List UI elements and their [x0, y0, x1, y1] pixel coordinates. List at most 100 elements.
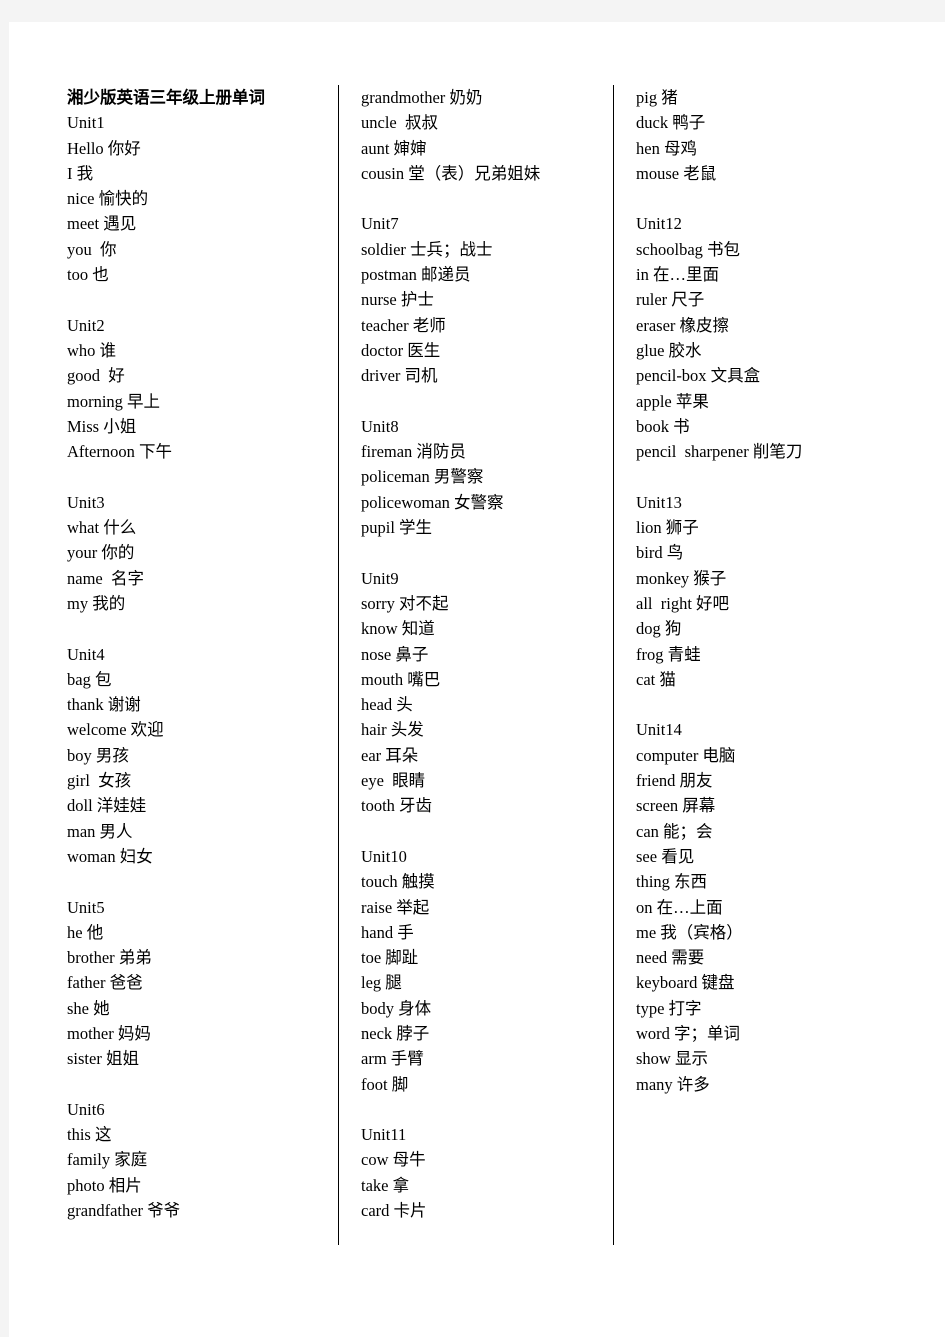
vocabulary-entry: raise 举起: [361, 897, 430, 917]
vocabulary-entry: eraser 橡皮擦: [636, 315, 730, 335]
vocabulary-entry: can 能；会: [636, 821, 713, 841]
vocabulary-entry: ruler 尺子: [636, 290, 705, 310]
vocabulary-entry: fireman 消防员: [361, 442, 466, 462]
vocabulary-entry: morning 早上: [67, 391, 161, 411]
vocabulary-entry: mouth 嘴巴: [361, 669, 441, 689]
vocabulary-entry: good 好: [67, 366, 125, 386]
unit-heading: Unit8: [361, 416, 399, 436]
vocabulary-entry: toe 脚趾: [361, 948, 419, 968]
vocabulary-entry: monkey 猴子: [636, 568, 727, 588]
vocabulary-entry: your 你的: [67, 543, 135, 563]
vocabulary-entry: family 家庭: [67, 1150, 148, 1170]
vocabulary-entry: pencil-box 文具盒: [636, 366, 761, 386]
vocabulary-entry: in 在…里面: [636, 265, 719, 285]
word-column-2: grandmother 奶奶 uncle 叔叔 aunt 婶婶 cousin 堂（表）…: [338, 85, 613, 1245]
vocabulary-entry: neck 脖子: [361, 1023, 430, 1043]
vocabulary-entry: arm 手臂: [361, 1049, 424, 1069]
vocabulary-entry: grandmother 奶奶: [361, 88, 483, 107]
vocabulary-entry: type 打字: [636, 998, 702, 1018]
vocabulary-entry: hen 母鸡: [636, 138, 697, 158]
vocabulary-entry: foot 脚: [361, 1074, 409, 1094]
vocabulary-entry: show 显示: [636, 1049, 708, 1069]
vocabulary-entry: she 她: [67, 998, 110, 1018]
vocabulary-entry: duck 鸭子: [636, 113, 706, 133]
vocabulary-entry: what 什么: [67, 518, 137, 538]
vocabulary-entry: nose 鼻子: [361, 644, 429, 664]
vocabulary-entry: he 他: [67, 922, 104, 942]
vocabulary-entry: Afternoon 下午: [67, 442, 172, 462]
vocabulary-entry: welcome 欢迎: [67, 720, 164, 740]
vocabulary-entry: policewoman 女警察: [361, 492, 504, 512]
vocabulary-entry: apple 苹果: [636, 391, 709, 411]
vocabulary-entry: touch 触摸: [361, 872, 435, 892]
vocabulary-entry: doll 洋娃娃: [67, 796, 147, 816]
vocabulary-entry: mother 妈妈: [67, 1023, 151, 1043]
vocabulary-entry: need 需要: [636, 948, 705, 968]
vocabulary-entry: too 也: [67, 265, 109, 285]
vocabulary-entry: on 在…上面: [636, 897, 723, 917]
vocabulary-entry: cat 猫: [636, 669, 676, 689]
vocabulary-entry: driver 司机: [361, 366, 438, 386]
vocabulary-entry: body 身体: [361, 998, 432, 1018]
vocabulary-entry: mouse 老鼠: [636, 163, 717, 183]
vocabulary-entry: meet 遇见: [67, 214, 137, 234]
vocabulary-entry: hair 头发: [361, 720, 424, 740]
vocabulary-entry: frog 青蛙: [636, 644, 701, 664]
vocabulary-entry: see 看见: [636, 846, 695, 866]
vocabulary-entry: book 书: [636, 416, 690, 436]
vocabulary-entry: name 名字: [67, 568, 144, 588]
vocabulary-entry: pupil 学生: [361, 518, 433, 538]
vocabulary-entry: Miss 小姐: [67, 416, 137, 436]
vocabulary-entry: policeman 男警察: [361, 467, 484, 487]
vocabulary-entry: ear 耳朵: [361, 745, 419, 765]
vocabulary-entry: doctor 医生: [361, 340, 441, 360]
vocabulary-entry: screen 屏幕: [636, 796, 716, 816]
vocabulary-entry: pig 猪: [636, 88, 678, 107]
vocabulary-entry: pencil sharpener 削笔刀: [636, 442, 803, 462]
vocabulary-entry: woman 妇女: [67, 846, 153, 866]
vocabulary-entry: take 拿: [361, 1175, 410, 1195]
word-column-1: 湘少版英语三年级上册单词 Unit1 Hello 你好 I 我 nice 愉快的 meet…: [67, 85, 338, 1245]
unit-heading: Unit13: [636, 492, 682, 512]
vocabulary-entry: dog 狗: [636, 619, 682, 639]
vocabulary-entry: Hello 你好: [67, 138, 141, 158]
document-page: 湘少版英语三年级上册单词 Unit1 Hello 你好 I 我 nice 愉快的 meet…: [9, 22, 945, 1337]
vocabulary-entry: glue 胶水: [636, 340, 702, 360]
vocabulary-entry: teacher 老师: [361, 315, 446, 335]
vocabulary-entry: cow 母牛: [361, 1150, 426, 1170]
unit-heading: Unit3: [67, 492, 105, 512]
vocabulary-entry: photo 相片: [67, 1175, 142, 1195]
vocabulary-entry: nurse 护士: [361, 290, 434, 310]
vocabulary-entry: lion 狮子: [636, 518, 699, 538]
vocabulary-entry: uncle 叔叔: [361, 113, 438, 133]
vocabulary-entry: schoolbag 书包: [636, 239, 741, 259]
vocabulary-entry: many 许多: [636, 1074, 710, 1094]
vocabulary-entry: you 你: [67, 239, 117, 259]
unit-heading: Unit14: [636, 720, 682, 740]
vocabulary-entry: bag 包: [67, 669, 112, 689]
unit-heading: Unit5: [67, 897, 105, 917]
vocabulary-entry: this 这: [67, 1125, 112, 1145]
vocabulary-entry: thing 东西: [636, 872, 708, 892]
vocabulary-entry: me 我（宾格）: [636, 922, 743, 942]
unit-heading: Unit7: [361, 214, 399, 234]
word-column-3: pig 猪 duck 鸭子 hen 母鸡 mouse 老鼠 Unit12 schoolb…: [613, 85, 927, 1245]
unit-heading: Unit6: [67, 1099, 105, 1119]
vocabulary-entry: card 卡片: [361, 1201, 427, 1221]
vocabulary-entry: postman 邮递员: [361, 265, 471, 285]
vocabulary-entry: I 我: [67, 163, 94, 183]
unit-heading: Unit9: [361, 568, 399, 588]
vocabulary-entry: bird 鸟: [636, 543, 684, 563]
vocabulary-entry: leg 腿: [361, 973, 402, 993]
vocabulary-entry: grandfather 爷爷: [67, 1201, 181, 1221]
vocabulary-entry: brother 弟弟: [67, 948, 152, 968]
vocabulary-entry: hand 手: [361, 922, 414, 942]
